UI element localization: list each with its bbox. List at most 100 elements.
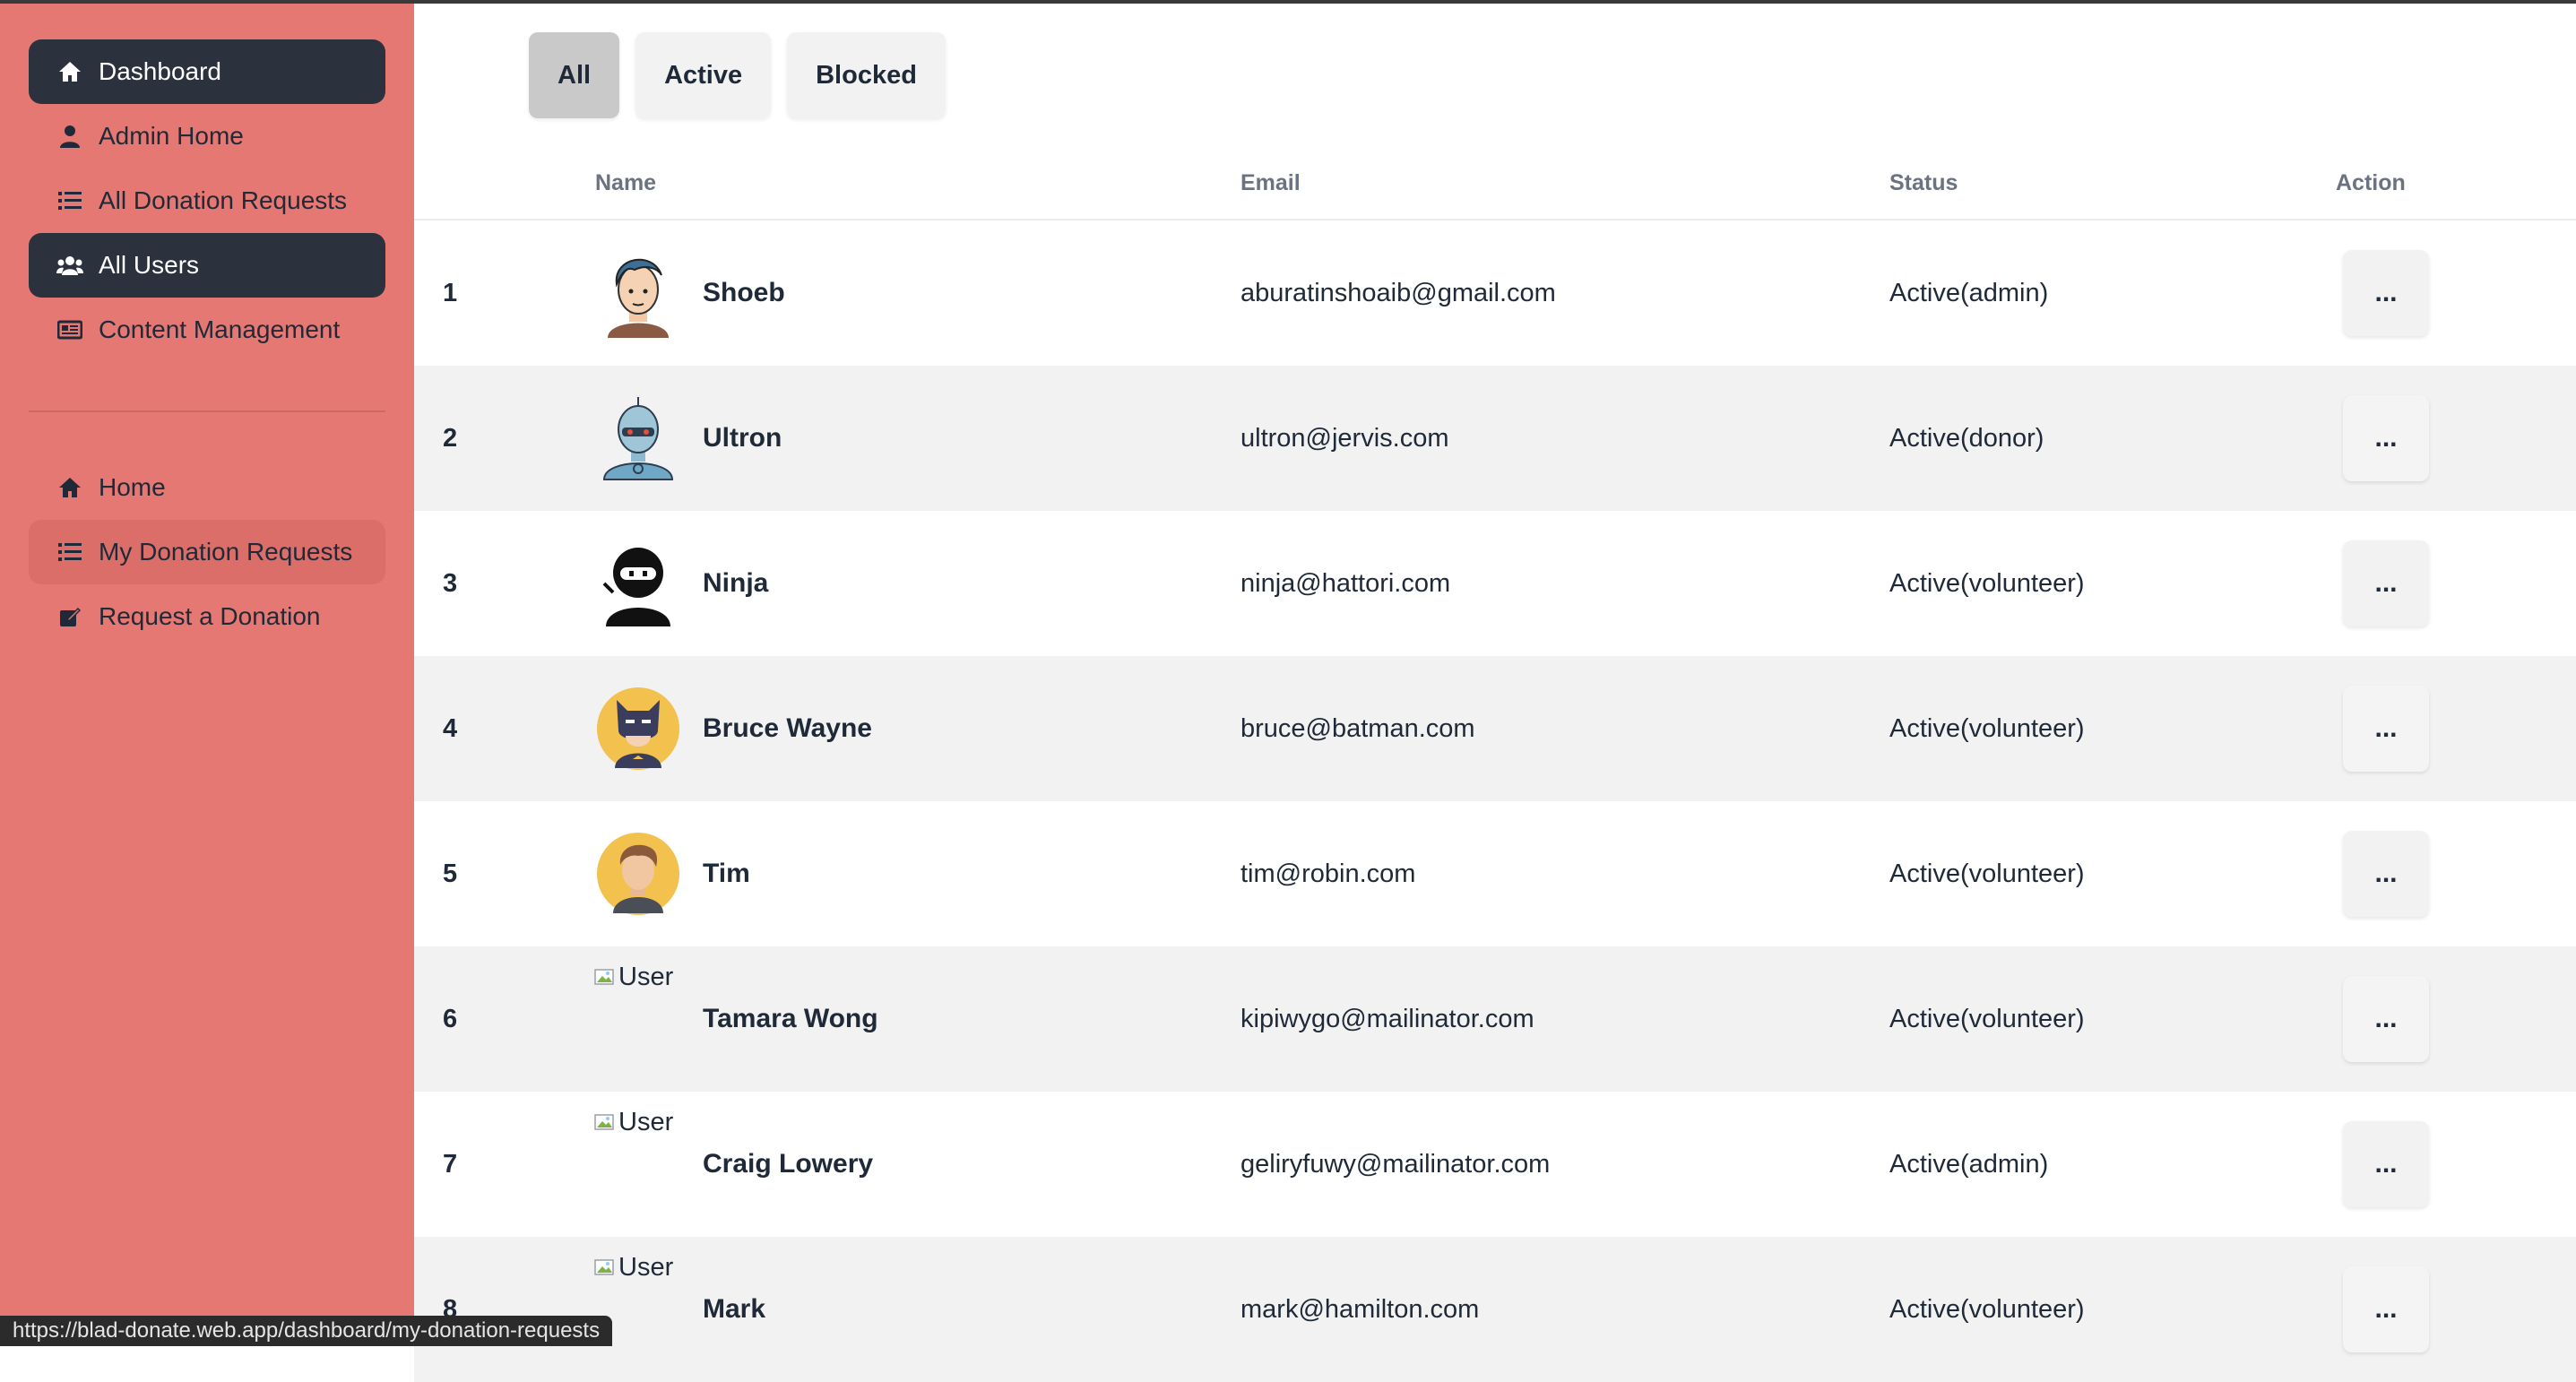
sidebar-item-all-users[interactable]: All Users [29,233,385,298]
user-name: Bruce Wayne [703,713,872,743]
sidebar-item-label: Admin Home [99,122,244,150]
user-status: Active(admin) [1889,278,2049,307]
row-action: ... [2343,366,2429,511]
tab-active[interactable]: Active [635,32,772,118]
row-number: 6 [443,1004,458,1033]
robot-avatar-icon [602,397,674,480]
row-number: 1 [443,278,458,307]
user-email: tim@robin.com [1240,859,1416,888]
tab-blocked[interactable]: Blocked [787,32,946,118]
user-name: Shoeb [703,278,785,307]
user-email: mark@hamilton.com [1240,1294,1480,1324]
main-content: All Active Blocked Name Email Status Act… [414,0,2576,1382]
home-icon [56,473,84,502]
user-name: Tim [703,859,750,888]
user-email: geliryfuwy@mailinator.com [1240,1149,1551,1179]
more-actions-button[interactable]: ... [2343,395,2429,481]
user-status: Active(donor) [1889,423,2044,453]
user-status: Active(admin) [1889,1149,2049,1179]
edit-icon [56,602,84,631]
row-action: ... [2343,946,2429,1092]
sidebar-item-all-donation-requests[interactable]: All Donation Requests [29,168,385,233]
user-name: Craig Lowery [703,1149,874,1179]
column-header-status: Status [1889,170,1958,195]
sidebar-item-content-management[interactable]: Content Management [29,298,385,362]
newspaper-icon [56,315,84,344]
tab-all[interactable]: All [529,32,620,118]
more-actions-button[interactable]: ... [2343,976,2429,1062]
more-actions-button[interactable]: ... [2343,686,2429,772]
table-row: 8 User Mark mark@hamilton.com Active(vol… [414,1237,2576,1382]
user-name: Mark [703,1294,766,1324]
table-row: 2 Ultron ultron@jervis.com Active(donor)… [414,366,2576,511]
user-status: Active(volunteer) [1889,859,2085,888]
user-email: bruce@batman.com [1240,713,1475,743]
user-status: Active(volunteer) [1889,568,2085,598]
row-action: ... [2343,656,2429,801]
sidebar-item-admin-home[interactable]: Admin Home [29,104,385,168]
row-action: ... [2343,511,2429,656]
admin-nav: Dashboard Admin Home All Donation Reques… [29,39,385,362]
broken-image-alt: User [618,1253,674,1282]
more-actions-button[interactable]: ... [2343,250,2429,336]
user-status: Active(volunteer) [1889,1004,2085,1033]
avatar [593,220,683,366]
row-number: 8 [443,1294,458,1324]
table-row: 3 Ninja ninja@hattori.com Active(volunte… [414,511,2576,656]
table-row: 6 User Tamara Wong kipiwygo@mailinator.c… [414,946,2576,1092]
sidebar-item-label: Content Management [99,315,341,343]
avatar [593,801,683,946]
broken-avatar-image: User [593,1108,673,1137]
user-name: Tamara Wong [703,1004,878,1033]
list-icon [56,538,84,566]
avatar [593,366,683,511]
more-actions-button[interactable]: ... [2343,831,2429,917]
sidebar-item-label: All Users [99,251,200,279]
broken-avatar-image: User [593,963,673,992]
general-nav: Home My Donation Requests Request a Dona… [29,455,385,649]
users-icon [56,251,84,280]
user-name: Ninja [703,568,769,598]
row-number: 7 [443,1149,458,1179]
row-action: ... [2343,801,2429,946]
more-actions-button[interactable]: ... [2343,1121,2429,1207]
table-row: 5 Tim tim@robin.com Active(volunteer) ..… [414,801,2576,946]
table-row: 4 Bruce Wayne bruce@batman.com Active(vo… [414,656,2576,801]
user-email: aburatinshoaib@gmail.com [1240,278,1556,307]
list-icon [56,186,84,215]
row-number: 4 [443,713,458,743]
user-email: ultron@jervis.com [1240,423,1449,453]
sidebar-item-label: Request a Donation [99,602,321,630]
sidebar-item-home[interactable]: Home [29,455,385,520]
sidebar-divider [29,410,385,412]
filter-tabs: All Active Blocked [529,32,946,118]
more-actions-button[interactable]: ... [2343,540,2429,626]
table-header: Name Email Status Action [414,154,2576,220]
broken-image-icon [594,1258,614,1275]
sidebar-item-label: My Donation Requests [99,538,353,566]
sidebar-item-label: Home [99,473,166,501]
top-border [0,0,2576,4]
row-action: ... [2343,1237,2429,1382]
table-row: 7 User Craig Lowery geliryfuwy@mailinato… [414,1092,2576,1237]
more-actions-button[interactable]: ... [2343,1266,2429,1352]
sidebar-item-dashboard[interactable]: Dashboard [29,39,385,104]
user-status: Active(volunteer) [1889,1294,2085,1324]
ninja-avatar-icon [602,548,670,626]
sidebar-item-request-donation[interactable]: Request a Donation [29,584,385,649]
sidebar-item-my-donation-requests[interactable]: My Donation Requests [29,520,385,584]
broken-image-alt: User [618,963,674,991]
column-header-name: Name [595,170,657,195]
user-email: kipiwygo@mailinator.com [1240,1004,1534,1033]
broken-image-icon [594,1113,614,1130]
column-header-action: Action [2336,170,2406,195]
row-number: 3 [443,568,458,598]
sidebar-item-label: All Donation Requests [99,186,348,214]
batman-avatar-icon [597,687,679,770]
user-icon [56,122,84,151]
broken-avatar-image: User [593,1253,673,1283]
avatar [593,656,683,801]
row-number: 2 [443,423,458,453]
user-email: ninja@hattori.com [1240,568,1451,598]
sidebar-item-label: Dashboard [99,57,221,85]
